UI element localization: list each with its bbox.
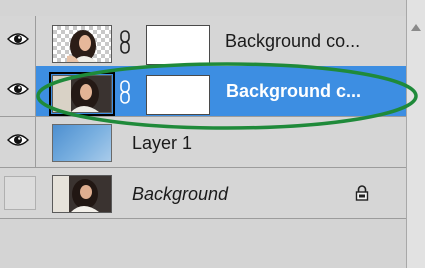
eye-icon: [7, 83, 29, 95]
visibility-toggle[interactable]: [0, 16, 36, 66]
layer-row-background-copy-2[interactable]: Background co...: [0, 16, 406, 67]
portrait-photo-thumbnail: [53, 76, 111, 112]
layer-name[interactable]: Layer 1: [132, 133, 192, 154]
layer-mask-thumbnail[interactable]: [146, 75, 210, 115]
layer-row-background-copy[interactable]: Background c...: [0, 66, 406, 117]
layer-name[interactable]: Background: [132, 184, 228, 205]
scroll-up-arrow-icon[interactable]: [410, 22, 422, 32]
visibility-toggle[interactable]: [0, 117, 36, 167]
chain-link-icon[interactable]: [119, 80, 131, 104]
visibility-toggle[interactable]: [0, 66, 36, 116]
scrollbar[interactable]: [406, 0, 425, 268]
layer-thumbnail[interactable]: [52, 175, 112, 213]
layer-thumbnail[interactable]: [52, 124, 112, 162]
layer-thumbnail[interactable]: [49, 72, 115, 116]
visibility-toggle[interactable]: [4, 176, 36, 210]
layer-row-background[interactable]: Background: [0, 168, 406, 219]
layers-panel: Background co... Background c... Layer 1…: [0, 0, 425, 268]
portrait-photo-thumbnail: [67, 30, 97, 62]
chain-link-icon[interactable]: [119, 30, 131, 54]
lock-icon: [355, 185, 369, 201]
layer-name[interactable]: Background co...: [225, 31, 360, 52]
layer-mask-thumbnail[interactable]: [146, 25, 210, 65]
layer-thumbnail[interactable]: [52, 25, 112, 63]
layer-name[interactable]: Background c...: [226, 81, 361, 102]
layer-row-layer-1[interactable]: Layer 1: [0, 117, 406, 168]
eye-icon: [7, 33, 29, 45]
eye-icon: [7, 134, 29, 146]
layers-empty-area: [0, 222, 406, 268]
portrait-photo-thumbnail: [53, 176, 111, 212]
